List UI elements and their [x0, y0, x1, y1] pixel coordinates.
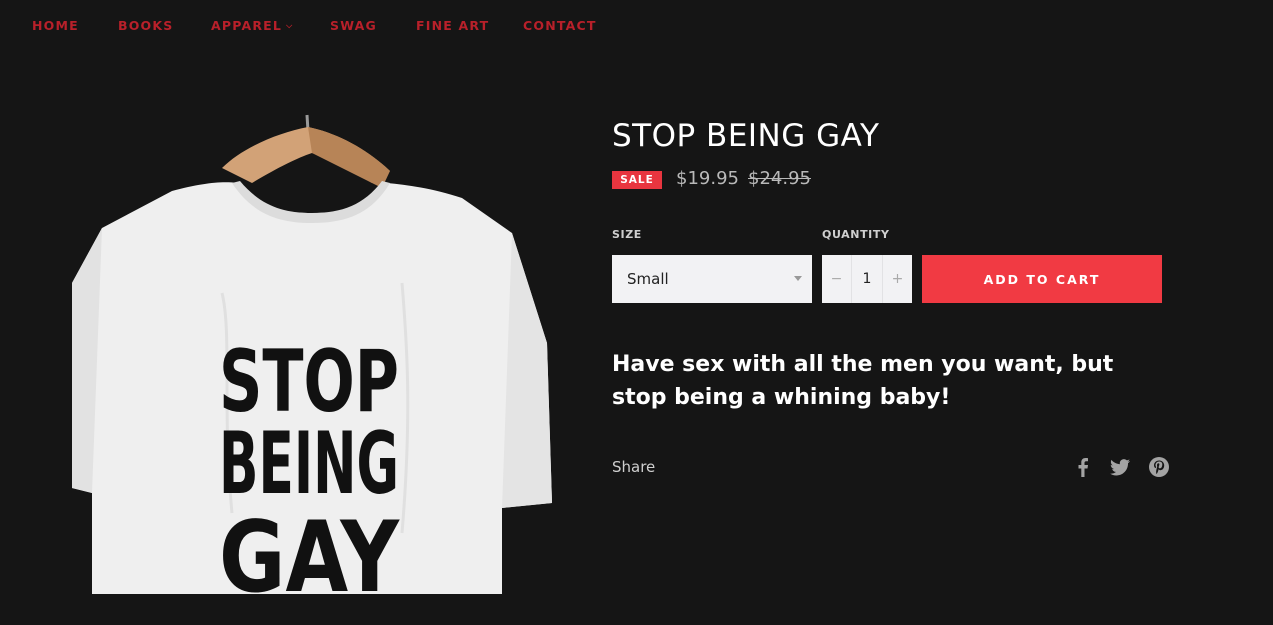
compare-at-price: $24.95 — [748, 168, 811, 189]
nav-books[interactable]: BOOKS — [118, 18, 173, 33]
chevron-down-icon: ⌵ — [286, 21, 294, 30]
tshirt-on-hanger-image: STOP BEING GAY — [72, 113, 552, 594]
shirt-text-gay: GAY — [219, 501, 400, 594]
nav-home[interactable]: HOME — [32, 18, 79, 33]
quantity-stepper: − 1 + — [822, 255, 912, 303]
size-select[interactable]: Small — [612, 255, 812, 303]
facebook-icon[interactable] — [1072, 456, 1094, 478]
quantity-increase-button[interactable]: + — [882, 255, 912, 303]
product-title: STOP BEING GAY — [612, 118, 880, 154]
shirt-text-being: BEING — [219, 414, 399, 514]
twitter-icon[interactable] — [1109, 456, 1131, 478]
product-description: Have sex with all the men you want, but … — [612, 352, 1114, 410]
quantity-decrease-button[interactable]: − — [822, 255, 852, 303]
add-to-cart-button[interactable]: ADD TO CART — [922, 255, 1162, 303]
nav-fine-art[interactable]: FINE ART — [416, 18, 489, 33]
size-label: SIZE — [612, 228, 642, 241]
caret-down-icon — [794, 276, 802, 281]
nav-apparel-label: APPAREL — [211, 18, 283, 33]
nav-apparel[interactable]: APPAREL ⌵ — [211, 18, 293, 33]
sale-badge: SALE — [612, 171, 662, 189]
share-label: Share — [612, 458, 656, 476]
size-selected-value: Small — [627, 270, 669, 288]
nav-swag[interactable]: SWAG — [330, 18, 377, 33]
main-nav: HOME BOOKS APPAREL ⌵ SWAG FINE ART CONTAC… — [0, 0, 1273, 50]
quantity-label: QUANTITY — [822, 228, 890, 241]
pinterest-icon[interactable] — [1148, 456, 1170, 478]
product-price: $19.95 — [676, 168, 739, 189]
product-image[interactable]: STOP BEING GAY — [72, 113, 552, 594]
nav-contact[interactable]: CONTACT — [523, 18, 597, 33]
quantity-input[interactable]: 1 — [852, 255, 882, 303]
